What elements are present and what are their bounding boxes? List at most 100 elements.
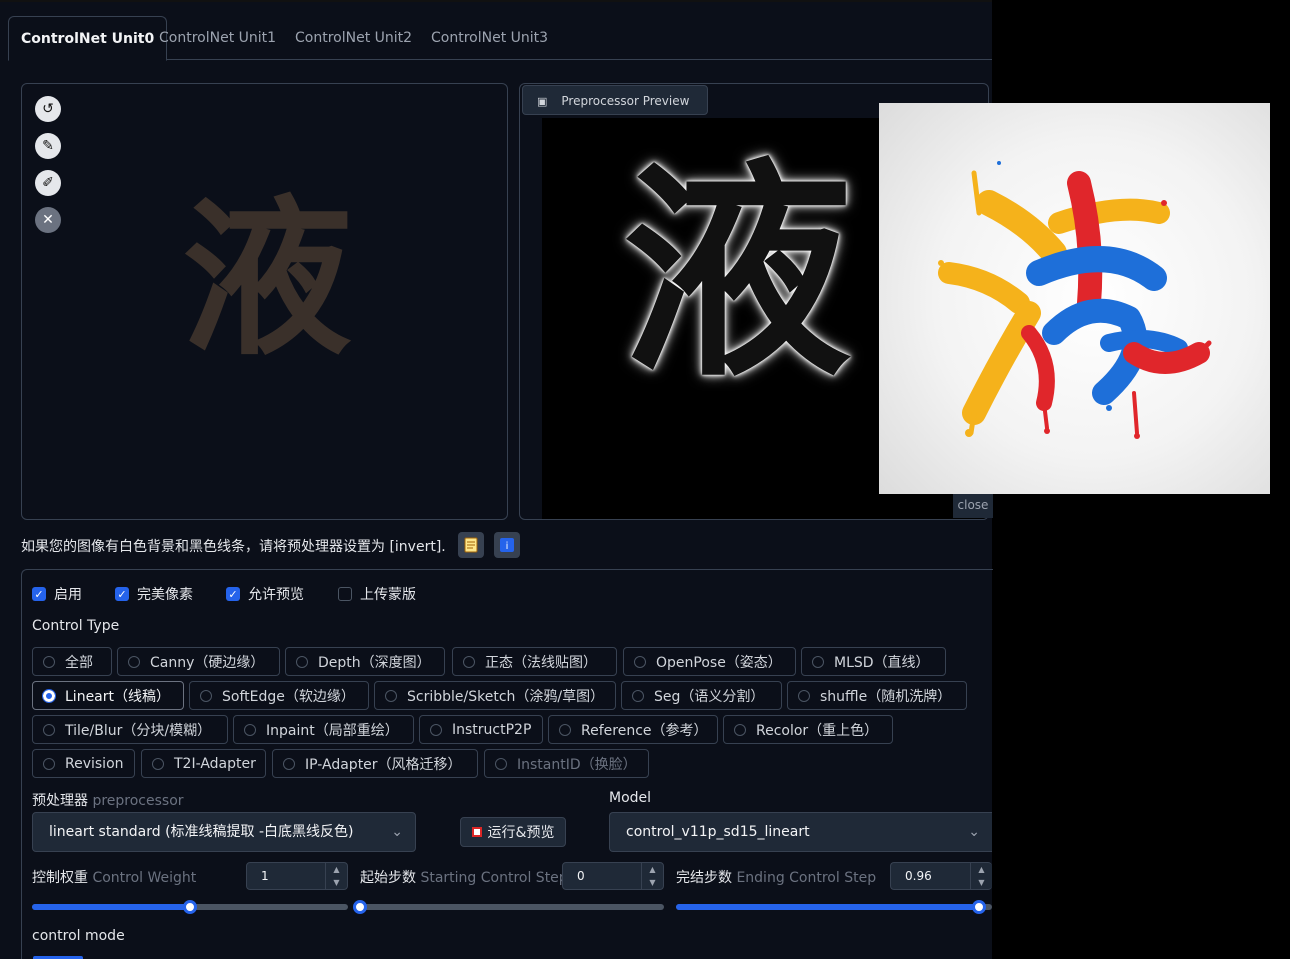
control-type-instantid[interactable]: InstantID（换脸） [484, 749, 649, 778]
radio-label: IP-Adapter（风格迁移） [305, 756, 462, 773]
radio-icon [152, 757, 164, 770]
radio-label: Tile/Blur（分块/模糊） [65, 722, 212, 739]
end-step-label: 完结步数 Ending Control Step [676, 867, 876, 887]
control-weight-label-en: Control Weight [92, 870, 197, 886]
enable-checkbox[interactable]: ✓ 启用 [32, 584, 82, 604]
radio-label: Inpaint（局部重绘） [266, 722, 399, 739]
control-type-scribble[interactable]: Scribble/Sketch（涂鸦/草图） [374, 681, 616, 710]
start-step-slider[interactable] [353, 900, 664, 914]
model-label: Model [609, 790, 652, 806]
stepper-icon[interactable]: ▲ ▼ [641, 863, 663, 889]
run-preview-button[interactable]: 运行&预览 [460, 817, 566, 847]
generated-image-overlay [879, 103, 1270, 494]
radio-label: Revision [65, 755, 124, 772]
end-step-input[interactable]: 0.96 ▲ ▼ [890, 862, 992, 890]
image-upload-area[interactable]: ↺ ✎ ✐ ✕ 液 [21, 83, 508, 520]
control-type-tile[interactable]: Tile/Blur（分块/模糊） [32, 715, 228, 744]
radio-label: Lineart（线稿） [65, 688, 170, 705]
close-icon[interactable]: ✕ [35, 207, 61, 233]
preview-label-badge: ▣ Preprocessor Preview [522, 85, 709, 115]
preview-close-button[interactable]: close [953, 492, 993, 518]
radio-label: 正态（法线贴图） [485, 654, 597, 671]
stepper-icon[interactable]: ▲ ▼ [325, 863, 347, 889]
start-step-input[interactable]: 0 ▲ ▼ [562, 862, 664, 890]
control-type-reference[interactable]: Reference（参考） [548, 715, 718, 744]
control-type-normal[interactable]: 正态（法线贴图） [452, 647, 617, 676]
control-type-all[interactable]: 全部 [32, 647, 112, 676]
preprocessor-label-en: preprocessor [92, 793, 184, 809]
preprocessor-select[interactable]: lineart standard (标准线稿提取 -白底黑线反色) ⌄ [32, 812, 416, 852]
slider-thumb[interactable] [183, 900, 197, 914]
svg-text:i: i [506, 541, 509, 552]
radio-icon [128, 655, 140, 668]
radio-icon [43, 723, 55, 736]
radio-label: Depth（深度图） [318, 654, 431, 671]
stepper-icon[interactable]: ▲ ▼ [970, 863, 992, 889]
radio-label: Canny（硬边缘） [150, 654, 265, 671]
pixel-perfect-checkbox[interactable]: ✓ 完美像素 [115, 584, 193, 604]
tab-unit0[interactable]: ControlNet Unit0 [8, 16, 168, 61]
control-type-seg[interactable]: Seg（语义分割） [621, 681, 782, 710]
control-type-mlsd[interactable]: MLSD（直线） [801, 647, 946, 676]
tab-unit1[interactable]: ControlNet Unit1 [147, 16, 288, 60]
checkbox-icon: ✓ [115, 587, 129, 601]
preprocessor-value: lineart standard (标准线稿提取 -白底黑线反色) [49, 824, 354, 840]
radio-label: 全部 [65, 654, 93, 671]
control-type-instructp2p[interactable]: InstructP2P [419, 715, 543, 744]
checkbox-label: 允许预览 [248, 587, 304, 603]
document-icon[interactable] [458, 532, 484, 558]
control-type-openpose[interactable]: OpenPose（姿态） [623, 647, 796, 676]
run-preview-label: 运行&预览 [487, 825, 555, 841]
control-type-revision[interactable]: Revision [32, 749, 135, 778]
radio-icon [430, 723, 442, 736]
model-select[interactable]: control_v11p_sd15_lineart ⌄ [609, 812, 992, 852]
control-type-canny[interactable]: Canny（硬边缘） [117, 647, 280, 676]
control-type-inpaint[interactable]: Inpaint（局部重绘） [233, 715, 414, 744]
control-type-depth[interactable]: Depth（深度图） [285, 647, 445, 676]
radio-label: Seg（语义分割） [654, 688, 765, 705]
control-type-shuffle[interactable]: shuffle（随机洗牌） [787, 681, 967, 710]
info-icon[interactable]: i [494, 532, 520, 558]
radio-label: Scribble/Sketch（涂鸦/草图） [407, 688, 605, 705]
radio-icon [495, 757, 507, 770]
control-weight-input[interactable]: 1 ▲ ▼ [246, 862, 348, 890]
slider-fill [32, 904, 190, 910]
radio-label: shuffle（随机洗牌） [820, 688, 952, 705]
radio-icon [385, 689, 397, 702]
preview-image: 液 [622, 138, 853, 408]
tab-unit2[interactable]: ControlNet Unit2 [283, 16, 424, 60]
controlnet-panel: ControlNet Unit0 ControlNet Unit1 Contro… [0, 0, 993, 959]
paint-splash-image [938, 161, 1212, 439]
control-type-t2i-adapter[interactable]: T2I-Adapter [141, 749, 266, 778]
radio-icon [559, 723, 571, 736]
control-type-label: Control Type [32, 618, 120, 634]
tab-unit3[interactable]: ControlNet Unit3 [419, 16, 560, 60]
edit-icon[interactable]: ✎ [35, 133, 61, 159]
chevron-down-icon: ⌄ [391, 824, 403, 840]
chevron-down-icon: ⌄ [968, 824, 980, 840]
invert-hint: 如果您的图像有白色背景和黑色线条，请将预处理器设置为 [invert]. [21, 539, 446, 555]
end-step-label-en: Ending Control Step [736, 870, 877, 886]
slider-thumb[interactable] [353, 900, 367, 914]
radio-icon [200, 689, 212, 702]
end-step-slider[interactable] [676, 900, 992, 914]
brush-icon[interactable]: ✐ [35, 170, 61, 196]
control-type-ip-adapter[interactable]: IP-Adapter（风格迁移） [272, 749, 478, 778]
radio-icon [296, 655, 308, 668]
unit-tabs: ControlNet Unit0 ControlNet Unit1 Contro… [8, 16, 992, 61]
control-type-recolor[interactable]: Recolor（重上色） [723, 715, 893, 744]
radio-icon [634, 655, 646, 668]
control-weight-slider[interactable] [32, 900, 348, 914]
checkbox-label: 上传蒙版 [360, 587, 416, 603]
start-step-label-zh: 起始步数 [360, 870, 416, 886]
preview-label: Preprocessor Preview [561, 94, 690, 108]
undo-icon[interactable]: ↺ [35, 96, 61, 122]
allow-preview-checkbox[interactable]: ✓ 允许预览 [226, 584, 304, 604]
control-type-lineart[interactable]: Lineart（线稿） [32, 681, 184, 710]
control-type-softedge[interactable]: SoftEdge（软边缘） [189, 681, 369, 710]
radio-label: SoftEdge（软边缘） [222, 688, 355, 705]
radio-label: T2I-Adapter [174, 755, 256, 772]
start-step-value: 0 [577, 869, 585, 883]
upload-mask-checkbox[interactable]: 上传蒙版 [338, 584, 416, 604]
radio-icon [632, 689, 644, 702]
